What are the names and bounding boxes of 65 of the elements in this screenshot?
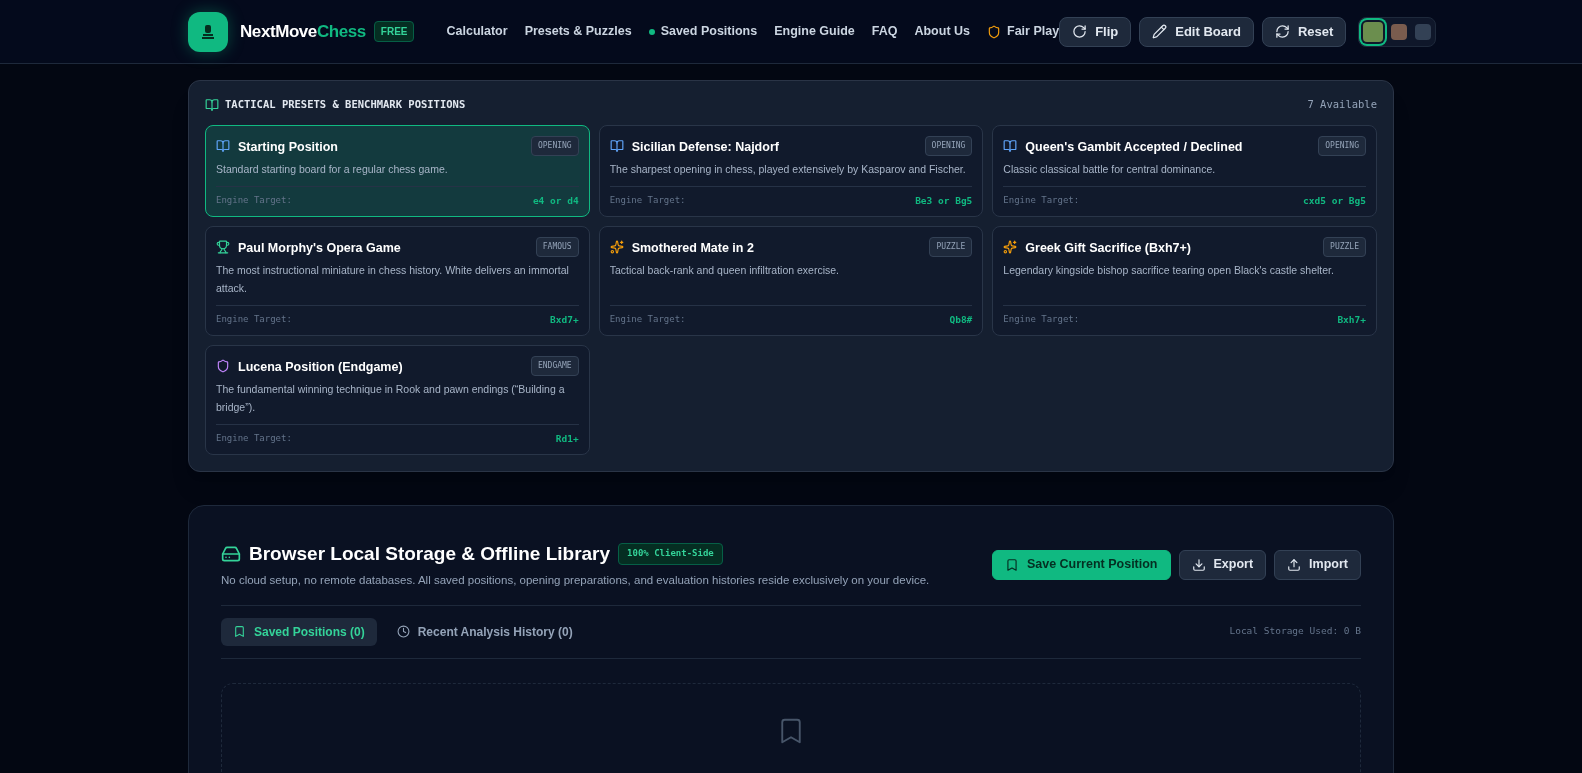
target-label: Engine Target: [609, 193, 686, 207]
client-side-badge: 100% Client-Side [618, 543, 723, 565]
storage-button[interactable]: Import [1274, 549, 1361, 580]
category-tag: OPENING [530, 135, 579, 156]
toolbar-button[interactable]: Edit Board [1139, 16, 1254, 47]
card-description: Standard starting board for a regular chess game. [216, 161, 449, 177]
target-move: Rd1+ [555, 431, 579, 446]
card-description: Tactical back-rank and queen infiltration exercise. [609, 262, 841, 278]
card-title: Sicilian Defense: Najdorf [631, 138, 779, 156]
target-label: Engine Target: [216, 312, 292, 326]
category-tag: PUZZLE [1323, 236, 1366, 257]
card-description: The most instructional miniature in chess history. White delivers an immortal attack. [216, 262, 570, 296]
toolbar-button[interactable]: Flip [1059, 16, 1132, 47]
preset-card[interactable]: Smothered Mate in 2 PUZZLE Tactical back-rank and queen infiltration exercise. Engine Target: Qb8# [598, 225, 984, 336]
storage-button[interactable]: Save Current Position [991, 549, 1171, 580]
target-label: Engine Target: [216, 431, 292, 445]
toolbar-button[interactable]: Reset [1262, 16, 1347, 47]
nav-link[interactable]: Presets & Puzzles [524, 22, 632, 41]
plan-badge: FREE [373, 21, 415, 42]
panel-title: TACTICAL PRESETS & BENCHMARK POSITIONS [225, 97, 466, 112]
card-title: Queen's Gambit Accepted / Declined [1025, 138, 1243, 156]
target-label: Engine Target: [216, 193, 292, 207]
card-description: The fundamental winning technique in Rook and pawn endings (“Building a bridge”). [216, 381, 566, 415]
card-title: Lucena Position (Endgame) [238, 358, 403, 376]
target-move: e4 or d4 [532, 193, 579, 208]
nav-link[interactable]: Engine Guide [774, 22, 855, 41]
card-description: The sharpest opening in chess, played extensively by Kasparov and Fischer. [609, 161, 967, 177]
library-tab[interactable]: Recent Analysis History (0) [384, 617, 585, 646]
preset-card[interactable]: Queen's Gambit Accepted / Declined OPENING Classic classical battle for central dominance. Engine Target: cxd5 or Bg5 [992, 124, 1377, 217]
preset-card[interactable]: Sicilian Defense: Najdorf OPENING The sharpest opening in chess, played extensively by Kasparov and Fischer. Engine Target: Be3 or Bg5 [598, 124, 984, 217]
category-tag: ENDGAME [530, 355, 579, 376]
nav-link[interactable]: FAQ [871, 22, 898, 41]
card-description: Legendary kingside bishop sacrifice tearing open Black's castle shelter. [1003, 262, 1335, 278]
target-label: Engine Target: [609, 312, 686, 326]
target-move: cxd5 or Bg5 [1303, 193, 1366, 208]
nav-link[interactable]: Fair Play [987, 22, 1060, 41]
nav-link[interactable]: Saved Positions [648, 22, 758, 41]
card-title: Smothered Mate in 2 [631, 239, 754, 257]
card-title: Greek Gift Sacrifice (Bxh7+) [1025, 239, 1192, 257]
target-label: Engine Target: [1003, 312, 1080, 326]
nav-link[interactable]: Calculator [446, 22, 508, 41]
target-move: Bxd7+ [550, 312, 579, 327]
storage-title: Browser Local Storage & Offline Library [249, 541, 611, 566]
category-tag: FAMOUS [535, 236, 579, 257]
storage-usage: Local Storage Used: 0 B [1229, 624, 1361, 639]
preset-card[interactable]: Greek Gift Sacrifice (Bxh7+) PUZZLE Legendary kingside bishop sacrifice tearing open Black's castle shelter. Engine Target: Bxh7+ [992, 225, 1377, 336]
target-label: Engine Target: [1003, 193, 1080, 207]
category-tag: OPENING [924, 135, 973, 156]
brand-name[interactable]: NextMoveChess [240, 18, 366, 45]
storage-button[interactable]: Export [1178, 549, 1267, 580]
preset-card[interactable]: Paul Morphy's Opera Game FAMOUS The most instructional miniature in chess history. White delivers an immortal attack. Engine Target: Bxd7+ [205, 225, 590, 336]
card-title: Paul Morphy's Opera Game [238, 239, 401, 257]
target-move: Be3 or Bg5 [915, 193, 973, 208]
target-move: Bxh7+ [1337, 312, 1366, 327]
preset-card[interactable]: Starting Position OPENING Standard starting board for a regular chess game. Engine Target: e4 or d4 [205, 124, 590, 217]
library-tab[interactable]: Saved Positions (0) [221, 617, 377, 646]
category-tag: PUZZLE [929, 236, 973, 257]
storage-description: No cloud setup, no remote databases. All saved positions, opening preparations, and evaluation histories reside exclusively on your device. [221, 573, 930, 589]
available-count: 7 Available [1307, 97, 1377, 112]
category-tag: OPENING [1318, 135, 1366, 156]
preset-card[interactable]: Lucena Position (Endgame) ENDGAME The fundamental winning technique in Rook and pawn endings (“Building a bridge”). Engine Target: Rd1+ [205, 344, 590, 455]
card-description: Classic classical battle for central dominance. [1003, 161, 1217, 177]
target-move: Qb8# [949, 312, 973, 327]
nav-link[interactable]: About Us [914, 22, 970, 41]
card-title: Starting Position [238, 138, 338, 156]
